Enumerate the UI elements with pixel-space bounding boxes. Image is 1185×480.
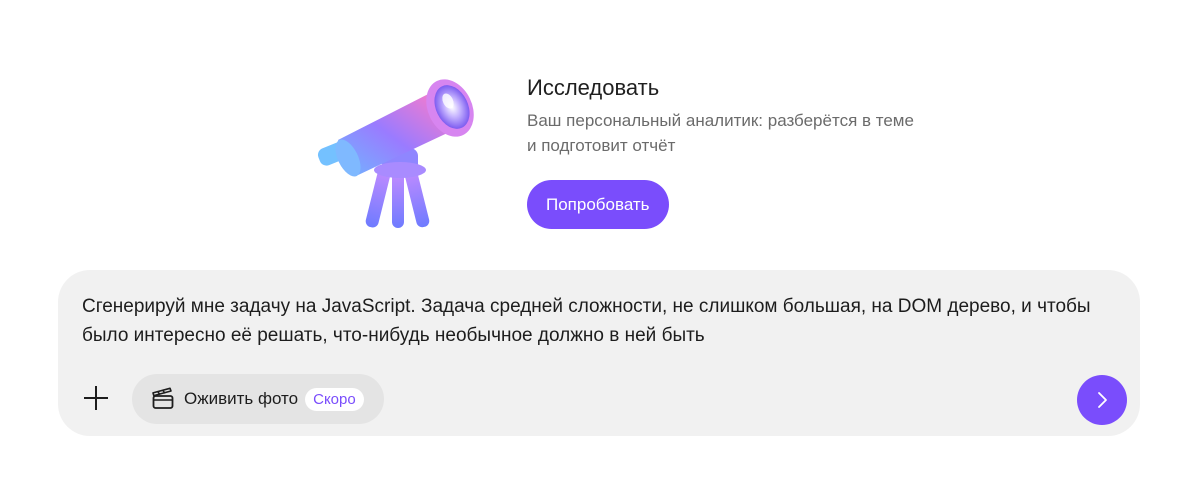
chevron-right-icon	[1098, 392, 1107, 408]
telescope-illustration	[312, 66, 488, 234]
plus-icon	[84, 386, 108, 410]
prompt-input[interactable]: Сгенерируй мне задачу на JavaScript. Зад…	[82, 292, 1112, 350]
chat-composer: Сгенерируй мне задачу на JavaScript. Зад…	[58, 270, 1140, 436]
coming-soon-badge: Скоро	[305, 387, 364, 411]
promo-description: Ваш персональный аналитик: разберётся в …	[527, 111, 914, 155]
clapperboard-icon	[150, 386, 176, 412]
add-attachment-button[interactable]	[78, 380, 114, 416]
chip-label: Оживить фото	[184, 389, 299, 408]
animate-photo-chip[interactable]: Оживить фото Скоро	[132, 374, 384, 424]
try-button[interactable]: Попробовать	[527, 180, 669, 229]
promo-title: Исследовать	[527, 75, 660, 100]
send-button[interactable]	[1077, 375, 1127, 425]
page: Исследовать Ваш персональный аналитик: р…	[0, 0, 1185, 480]
promo-text: Исследовать Ваш персональный аналитик: р…	[527, 74, 927, 158]
research-promo-card: Исследовать Ваш персональный аналитик: р…	[312, 66, 932, 236]
